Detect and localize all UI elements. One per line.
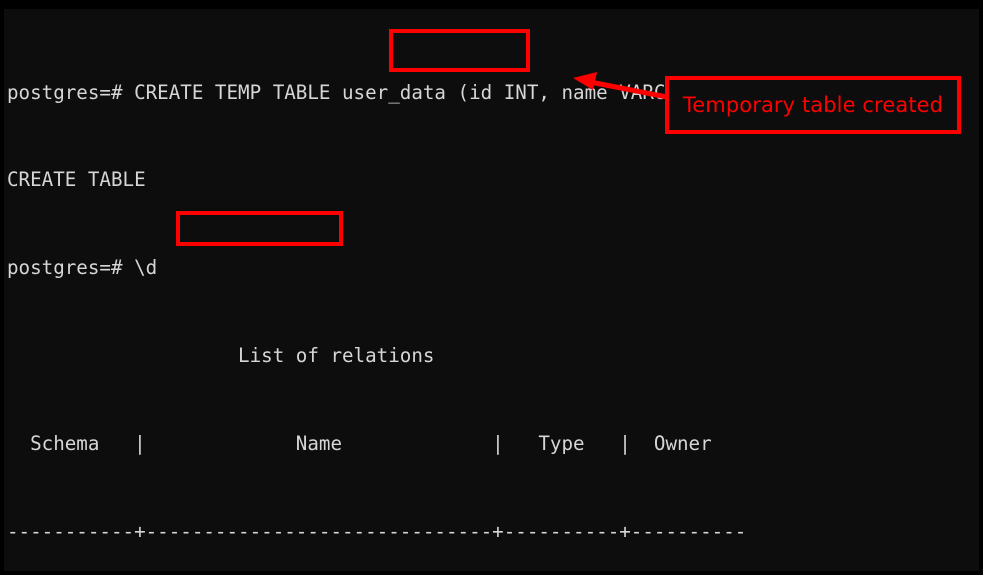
terminal-line: postgres=# \d (7, 256, 158, 280)
terminal-screenshot: postgres=# CREATE TEMP TABLE user_data (… (0, 0, 983, 575)
terminal-line: CREATE TABLE (7, 168, 146, 192)
terminal-line: postgres=# CREATE TEMP TABLE user_data (… (7, 80, 724, 104)
terminal-output[interactable]: postgres=# CREATE TEMP TABLE user_data (… (4, 9, 979, 571)
terminal-table-separator: -----------+----------------------------… (7, 520, 747, 544)
terminal-table-title: List of relations (7, 344, 435, 368)
terminal-table-header: Schema | Name | Type | Owner (7, 432, 712, 456)
